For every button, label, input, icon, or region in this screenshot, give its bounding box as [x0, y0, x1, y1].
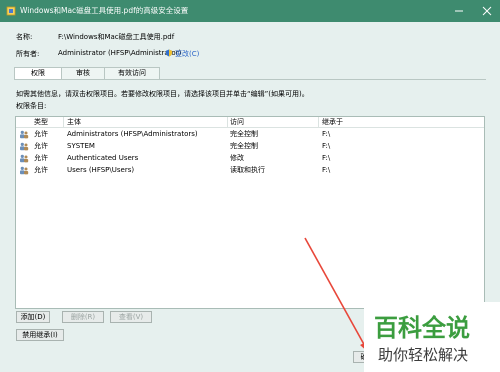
view-button[interactable]: 查看(V) [110, 311, 152, 323]
table-row[interactable]: 允许 Administrators (HFSP\Administrators) … [16, 129, 484, 140]
row-inherited: F:\ [322, 166, 331, 174]
name-value: F:\Windows和Mac磁盘工具使用.pdf [58, 33, 175, 41]
table-row[interactable]: 允许 Authenticated Users 修改 F:\ [16, 153, 484, 164]
tab-auditing-label: 审核 [76, 69, 90, 77]
row-inherited: F:\ [322, 130, 331, 138]
column-type[interactable]: 类型 [34, 117, 48, 127]
tab-effective-access[interactable]: 有效访问 [104, 67, 160, 79]
security-settings-window: Windows和Mac磁盘工具使用.pdf的高级安全设置 名称: F:\Wind… [0, 0, 500, 372]
users-icon [20, 142, 29, 151]
uac-shield-icon [166, 49, 172, 57]
title-bar[interactable]: Windows和Mac磁盘工具使用.pdf的高级安全设置 [0, 0, 500, 22]
column-divider [63, 117, 64, 127]
name-label: 名称: [16, 33, 33, 41]
close-icon [482, 6, 492, 16]
remove-button[interactable]: 删除(R) [62, 311, 104, 323]
tab-auditing[interactable]: 审核 [61, 67, 105, 79]
owner-label: 所有者: [16, 50, 40, 58]
row-type: 允许 [34, 154, 48, 162]
table-row[interactable]: 允许 Users (HFSP\Users) 读取和执行 F:\ [16, 165, 484, 176]
users-icon [20, 166, 29, 175]
row-principal: Users (HFSP\Users) [67, 166, 135, 174]
tab-permissions-label: 权限 [31, 69, 45, 77]
add-button[interactable]: 添加(D) [16, 311, 50, 323]
security-shield-icon [6, 6, 16, 16]
tab-divider [14, 79, 486, 80]
users-icon [20, 154, 29, 163]
column-divider [318, 117, 319, 127]
watermark-subtitle: 助你轻松解决 [378, 346, 469, 364]
row-type: 允许 [34, 142, 48, 150]
entries-label: 权限条目: [16, 102, 47, 110]
hint-text: 如需其他信息，请双击权限项目。若要修改权限项目，请选择该项目并单击“编辑”(如果… [16, 90, 309, 98]
disable-inheritance-button[interactable]: 禁用继承(I) [16, 329, 64, 341]
column-principal[interactable]: 主体 [67, 117, 81, 127]
row-inherited: F:\ [322, 142, 331, 150]
row-access: 完全控制 [230, 142, 258, 150]
row-type: 允许 [34, 166, 48, 174]
tab-effective-access-label: 有效访问 [118, 69, 146, 77]
row-type: 允许 [34, 130, 48, 138]
row-access: 完全控制 [230, 130, 258, 138]
list-header: 类型 主体 访问 继承于 [16, 117, 484, 128]
watermark-title: 百科全说 [374, 314, 470, 342]
watermark-logo: 百科全说 助你轻松解决 [364, 302, 500, 372]
minimize-icon [455, 10, 463, 12]
window-title: Windows和Mac磁盘工具使用.pdf的高级安全设置 [20, 6, 189, 15]
row-principal: SYSTEM [67, 142, 95, 150]
minimize-button[interactable] [446, 0, 472, 22]
column-inherited[interactable]: 继承于 [322, 117, 343, 127]
close-button[interactable] [474, 0, 500, 22]
column-divider [227, 117, 228, 127]
row-principal: Administrators (HFSP\Administrators) [67, 130, 198, 138]
row-inherited: F:\ [322, 154, 331, 162]
row-principal: Authenticated Users [67, 154, 139, 162]
row-access: 修改 [230, 154, 244, 162]
owner-value: Administrator (HFSP\Administrator) [58, 49, 182, 57]
row-access: 读取和执行 [230, 166, 265, 174]
users-icon [20, 130, 29, 139]
change-owner-link[interactable]: 更改(C) [175, 49, 199, 59]
permission-entries-list[interactable]: 类型 主体 访问 继承于 允许 Administrators (HFSP\Adm… [15, 116, 485, 309]
column-access[interactable]: 访问 [230, 117, 244, 127]
table-row[interactable]: 允许 SYSTEM 完全控制 F:\ [16, 141, 484, 152]
